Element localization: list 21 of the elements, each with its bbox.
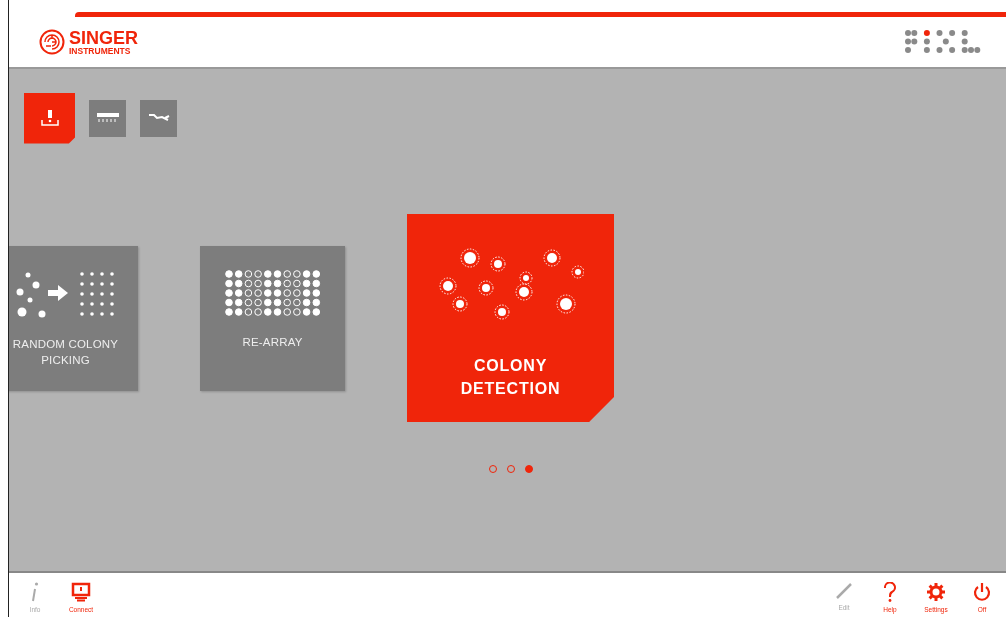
power-icon xyxy=(972,581,992,602)
workflow-card[interactable]: RANDOM COLONY PICKING xyxy=(9,245,138,391)
brand-name: SINGER xyxy=(69,28,138,47)
random-to-grid-icon xyxy=(15,269,116,318)
monitor-icon xyxy=(71,581,91,602)
pencil-icon xyxy=(835,581,853,600)
pick-icon xyxy=(39,108,60,128)
settings-icon xyxy=(926,581,946,602)
page-dot[interactable] xyxy=(525,465,533,473)
plate-icon xyxy=(96,112,119,124)
mode-tab[interactable] xyxy=(89,99,126,137)
mode-tab[interactable] xyxy=(140,99,177,137)
info-icon xyxy=(31,581,39,602)
workflow-card[interactable]: RE-ARRAY xyxy=(200,245,345,391)
logo-icon xyxy=(39,29,65,55)
dot-logo-icon xyxy=(904,29,982,55)
workflow-card[interactable]: COLONY DETECTION xyxy=(407,214,614,422)
dot-grid-icon xyxy=(224,269,321,316)
brand-subtitle: INSTRUMENTS xyxy=(69,46,132,56)
mode-tab[interactable] xyxy=(24,92,75,144)
help-icon xyxy=(883,581,897,602)
